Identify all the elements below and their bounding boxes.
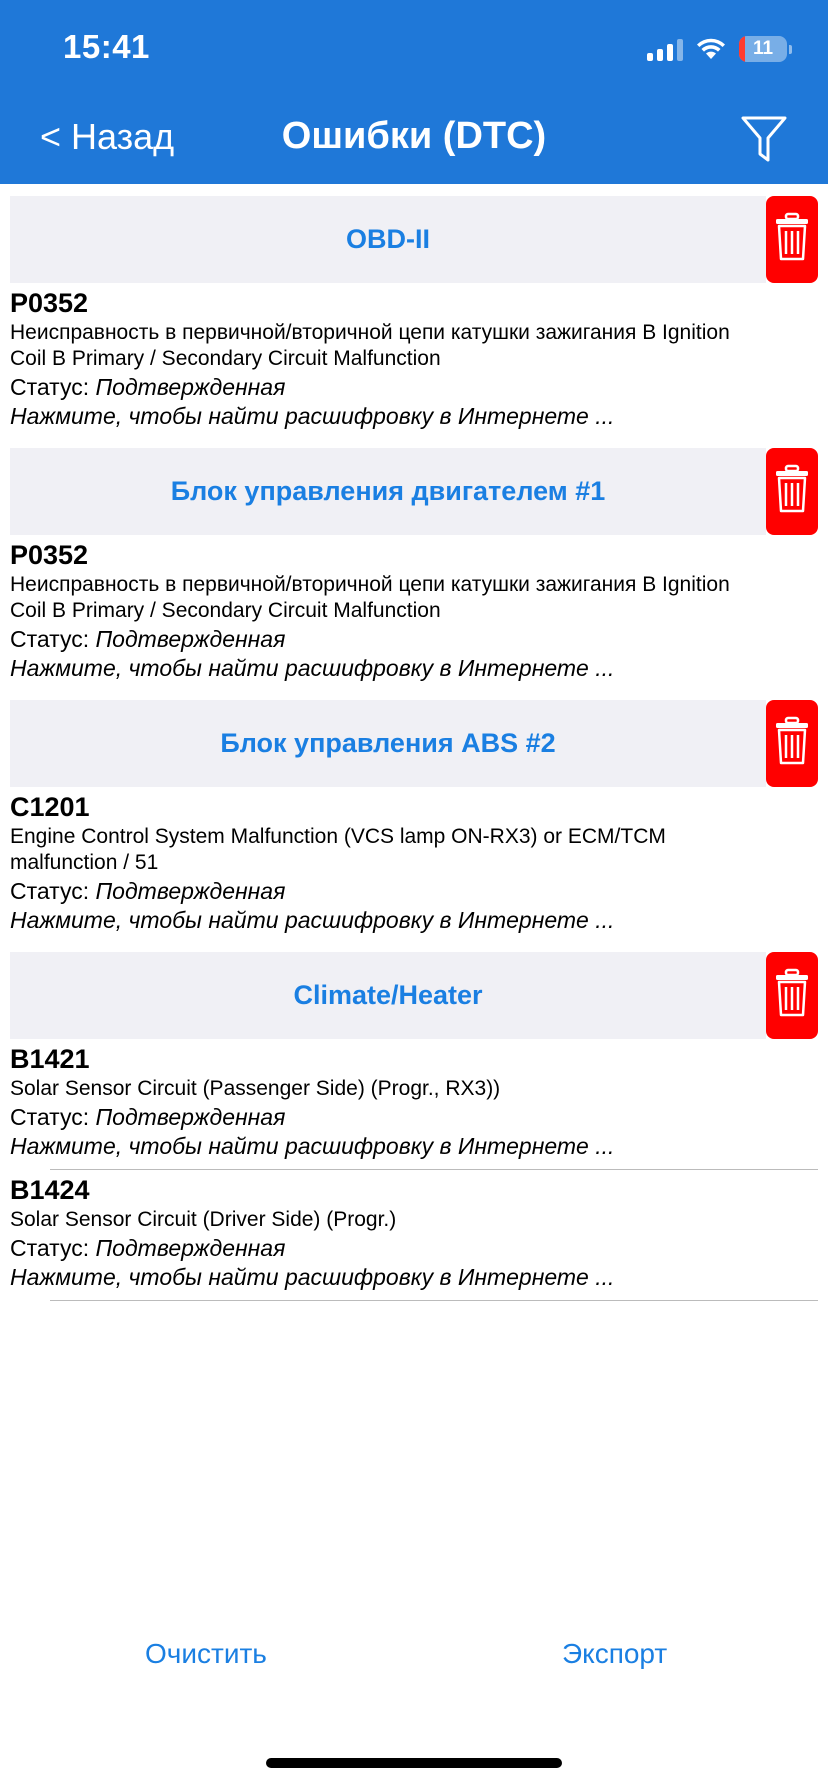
dtc-list-item[interactable]: P0352 Неисправность в первичной/вторичной… — [10, 535, 818, 688]
status-icons: 11 — [647, 34, 792, 64]
home-indicator — [266, 1758, 562, 1768]
trash-icon — [775, 212, 809, 267]
wifi-icon — [697, 38, 725, 59]
section-header: Блок управления двигателем #1 — [10, 448, 818, 535]
section-header: Блок управления ABS #2 — [10, 700, 818, 787]
delete-section-button[interactable] — [766, 700, 818, 787]
status-label: Статус: — [10, 878, 96, 904]
trash-icon — [775, 464, 809, 519]
section-title: Climate/Heater — [10, 952, 766, 1039]
filter-funnel-icon[interactable] — [740, 114, 788, 164]
delete-section-button[interactable] — [766, 952, 818, 1039]
screen: 15:41 11 < Назад Ошибки (DTC) OBD-II P03… — [0, 0, 828, 1792]
dtc-description: Неисправность в первичной/вторичной цепи… — [10, 573, 730, 622]
dtc-list-item[interactable]: P0352 Неисправность в первичной/вторичной… — [10, 283, 818, 436]
status-label: Статус: — [10, 1235, 96, 1261]
battery-level: 11 — [752, 38, 774, 59]
status-label: Статус: — [10, 374, 96, 400]
dtc-code: C1201 — [10, 792, 90, 822]
search-online-link[interactable]: Нажмите, чтобы найти расшифровку в Интер… — [10, 906, 818, 934]
page-title: Ошибки (DTC) — [281, 115, 547, 157]
dtc-list-item[interactable]: B1421 Solar Sensor Circuit (Passenger Sid… — [10, 1039, 818, 1170]
battery-icon: 11 — [739, 36, 787, 62]
section-title: Блок управления ABS #2 — [10, 700, 766, 787]
status-value: Подтвержденная — [95, 1235, 286, 1261]
search-online-link[interactable]: Нажмите, чтобы найти расшифровку в Интер… — [10, 1263, 818, 1291]
dtc-code: P0352 — [10, 540, 89, 570]
status-time: 15:41 — [63, 28, 150, 65]
clear-button[interactable]: Очистить — [145, 1638, 267, 1670]
status-label: Статус: — [10, 626, 96, 652]
cellular-signal-icon — [647, 37, 683, 61]
dtc-status: Статус: Подтвержденная — [10, 1233, 818, 1263]
status-value: Подтвержденная — [95, 1104, 286, 1130]
dtc-status: Статус: Подтвержденная — [10, 1102, 818, 1132]
status-value: Подтвержденная — [95, 626, 286, 652]
status-label: Статус: — [10, 1104, 96, 1130]
dtc-list-item[interactable]: B1424 Solar Sensor Circuit (Driver Side) … — [10, 1170, 818, 1301]
section-header: Climate/Heater — [10, 952, 818, 1039]
battery-tip — [789, 44, 792, 54]
dtc-status: Статус: Подтвержденная — [10, 876, 818, 906]
dtc-description: Engine Control System Malfunction (VCS l… — [10, 825, 666, 874]
dtc-description: Solar Sensor Circuit (Passenger Side) (P… — [10, 1077, 501, 1100]
trash-icon — [775, 968, 809, 1023]
nav-header: 15:41 11 < Назад Ошибки (DTC) — [0, 0, 828, 184]
dtc-status: Статус: Подтвержденная — [10, 624, 818, 654]
dtc-list-item[interactable]: C1201 Engine Control System Malfunction (… — [10, 787, 818, 940]
dtc-status: Статус: Подтвержденная — [10, 372, 818, 402]
status-value: Подтвержденная — [95, 374, 286, 400]
search-online-link[interactable]: Нажмите, чтобы найти расшифровку в Интер… — [10, 654, 818, 682]
delete-section-button[interactable] — [766, 196, 818, 283]
section-title: OBD-II — [10, 196, 766, 283]
export-button[interactable]: Экспорт — [562, 1638, 667, 1670]
dtc-code: P0352 — [10, 288, 89, 318]
dtc-description: Неисправность в первичной/вторичной цепи… — [10, 321, 730, 370]
section-header: OBD-II — [10, 196, 818, 283]
dtc-code: B1424 — [10, 1175, 90, 1205]
status-value: Подтвержденная — [95, 878, 286, 904]
dtc-list: OBD-II P0352 Неисправность в первичной/вто… — [0, 196, 828, 1301]
search-online-link[interactable]: Нажмите, чтобы найти расшифровку в Интер… — [10, 402, 818, 430]
search-online-link[interactable]: Нажмите, чтобы найти расшифровку в Интер… — [10, 1132, 818, 1160]
dtc-code: B1421 — [10, 1044, 90, 1074]
delete-section-button[interactable] — [766, 448, 818, 535]
dtc-description: Solar Sensor Circuit (Driver Side) (Prog… — [10, 1208, 397, 1231]
trash-icon — [775, 716, 809, 771]
row-divider — [50, 1300, 818, 1301]
section-title: Блок управления двигателем #1 — [10, 448, 766, 535]
